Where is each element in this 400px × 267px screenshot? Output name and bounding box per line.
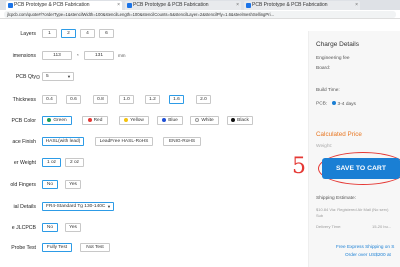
pcb-qty-label: PCB Qty [15,74,36,80]
delivery-time-label: Delivery Time: [316,224,342,229]
shipping-sub: Sub [316,213,324,218]
color-option-blue[interactable]: Blue [157,116,183,125]
pcb-color-label: PCB Color [11,118,36,124]
remove-order-label: e JLCPCB [11,225,36,231]
material-value: FR4-Standard Tg 130-140C [46,204,106,209]
browser-tab-2[interactable]: PCB Prototype & PCB Fabrication × [125,1,241,10]
probe-fully-test[interactable]: Fully Test [42,243,72,252]
save-to-cart-button[interactable]: SAVE TO CART [322,158,400,179]
calculated-price-label: Calculated Price [316,131,362,138]
shipping-estimate-label: Shipping Estimate: [316,196,356,201]
thickness-option-2.0[interactable]: 2.0 [196,95,211,104]
black-swatch-icon [231,117,236,122]
copper-option-1oz[interactable]: 1 oz [42,158,61,167]
material-label: ial Details [13,204,37,210]
remove-order-yes[interactable]: Yes [65,223,81,232]
close-tab-icon[interactable]: × [236,1,239,10]
color-option-white[interactable]: White [190,116,219,125]
color-label: Blue [168,118,178,123]
chevron-down-icon: ▼ [107,204,111,209]
pcb-qty-value: 5 [46,74,49,79]
red-swatch-icon [87,117,92,122]
remove-order-no[interactable]: No [42,223,58,232]
browser-tab-1[interactable]: PCB Prototype & PCB Fabrication × [6,1,122,10]
site-favicon-icon [246,3,251,8]
pcb-qty-select[interactable]: 5 ▼ [42,72,74,81]
flying-probe-label: Probe Test [11,245,36,251]
thickness-option-1.0[interactable]: 1.0 [119,95,134,104]
layers-option-2[interactable]: 2 [61,29,76,38]
delivery-time-value: 15-20 bu... [372,224,392,229]
tab-title: PCB Prototype & PCB Fabrication [252,2,328,8]
build-option-label: 3-4 days [337,101,356,107]
dimension-unit: mm [118,53,126,58]
thickness-option-1.6[interactable]: 1.6 [169,95,184,104]
gold-fingers-label: old Fingers [10,182,36,188]
thickness-option-0.4[interactable]: 0.4 [42,95,57,104]
finish-option-leadfree[interactable]: LeadFree HASL-RoHS [95,137,153,146]
color-label: Green [53,118,67,123]
layers-label: Layers [20,31,36,37]
thickness-label: Thickness [12,97,36,103]
finish-option-hasl-lead[interactable]: HASL(with lead) [42,137,84,146]
thickness-option-0.6[interactable]: 0.6 [66,95,81,104]
help-icon [36,75,40,79]
build-option-radio[interactable]: 3-4 days [331,101,356,107]
height-input[interactable]: 131 [84,51,114,60]
color-label: White [201,118,214,123]
board-label: Board: [316,66,331,71]
charge-details-title: Charge Details [316,41,359,48]
surface-finish-label: ace Finish [12,139,36,145]
free-shipping-notice: Free Express Shipping on S [336,244,395,249]
browser-tab-3[interactable]: PCB Prototype & PCB Fabrication × [244,1,360,10]
thickness-option-0.8[interactable]: 0.8 [93,95,108,104]
yellow-swatch-icon [124,117,129,122]
free-shipping-notice-2: Order over US$200 at [345,252,391,257]
color-label: Yellow [130,118,144,123]
engineering-fee-label: Engineering fee [316,56,350,61]
weight-label: Weight: [316,144,333,149]
color-option-green[interactable]: Green [42,116,72,125]
color-option-yellow[interactable]: Yellow [119,116,149,125]
address-bar: jlcpcb.com/quote#/?orderType=1&stencilWi… [0,10,400,19]
build-time-label: Build Time: [316,88,340,93]
thickness-option-1.2[interactable]: 1.2 [145,95,160,104]
shipping-option[interactable]: $10.84 Via: Registered Air Mail (No serv… [316,207,388,212]
width-input[interactable]: 113 [42,51,72,60]
layers-option-1[interactable]: 1 [42,29,57,38]
site-favicon-icon [127,3,132,8]
gold-fingers-yes[interactable]: Yes [65,180,81,189]
browser-tab-bar: PCB Prototype & PCB Fabrication × PCB Pr… [0,0,400,10]
white-swatch-icon [195,117,200,122]
probe-not-test[interactable]: Not Test [80,243,110,252]
color-option-red[interactable]: Red [82,116,108,125]
close-tab-icon[interactable]: × [117,1,120,10]
color-label: Black [237,118,249,123]
url-input[interactable]: jlcpcb.com/quote#/?orderType=1&stencilWi… [4,11,396,18]
site-favicon-icon [8,3,13,8]
chevron-down-icon: ▼ [67,74,71,79]
gold-fingers-no[interactable]: No [42,180,58,189]
copper-option-2oz[interactable]: 2 oz [65,158,84,167]
copper-weight-label: er Weight [13,160,36,166]
material-select[interactable]: FR4-Standard Tg 130-140C ▼ [42,202,114,211]
dimensions-label: imensions [12,53,36,59]
layers-option-6[interactable]: 6 [99,29,114,38]
close-tab-icon[interactable]: × [355,1,358,10]
annotation-number: 5 [292,154,306,179]
layers-option-4[interactable]: 4 [80,29,95,38]
color-label: Red [93,118,103,123]
finish-option-enig[interactable]: ENIG-RoHS [163,137,201,146]
color-option-black[interactable]: Black [227,116,253,125]
pcb-build-label: PCB: [316,101,328,107]
build-time-pcb: PCB: 3-4 days [316,101,356,107]
blue-swatch-icon [162,117,167,122]
tab-title: PCB Prototype & PCB Fabrication [133,2,209,8]
tab-title: PCB Prototype & PCB Fabrication [14,2,90,8]
dimension-separator: * [77,53,79,58]
quote-form: Layers 1 2 4 6 imensions 113 * 131 mm PC… [0,19,296,267]
green-swatch-icon [47,117,52,122]
radio-selected-icon [331,101,336,105]
